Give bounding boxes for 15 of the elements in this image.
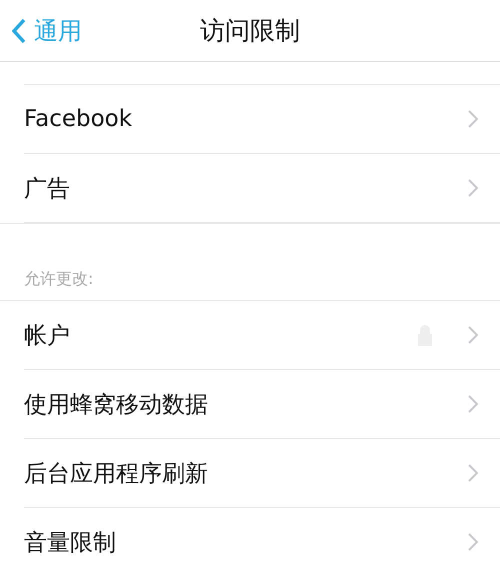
section-header: 允许更改: [0,223,500,301]
chevron-icon [468,179,478,197]
chevron-icon [468,533,478,551]
nav-title: 访问限制 [200,15,300,47]
settings-row[interactable]: 音量限制 [24,508,500,563]
settings-row[interactable]: Facebook [24,85,500,154]
chevron-icon [468,326,478,344]
settings-row[interactable]: 使用蜂窝移动数据 [24,370,500,439]
chevron-icon [468,395,478,413]
chevron-icon [468,464,478,482]
back-icon [12,18,26,44]
settings-row[interactable]: 广告 [24,154,500,223]
chevron-icon [468,110,478,128]
settings-row[interactable]: 后台应用程序刷新 [24,439,500,508]
settings-row[interactable]: 帐户 [24,301,500,370]
